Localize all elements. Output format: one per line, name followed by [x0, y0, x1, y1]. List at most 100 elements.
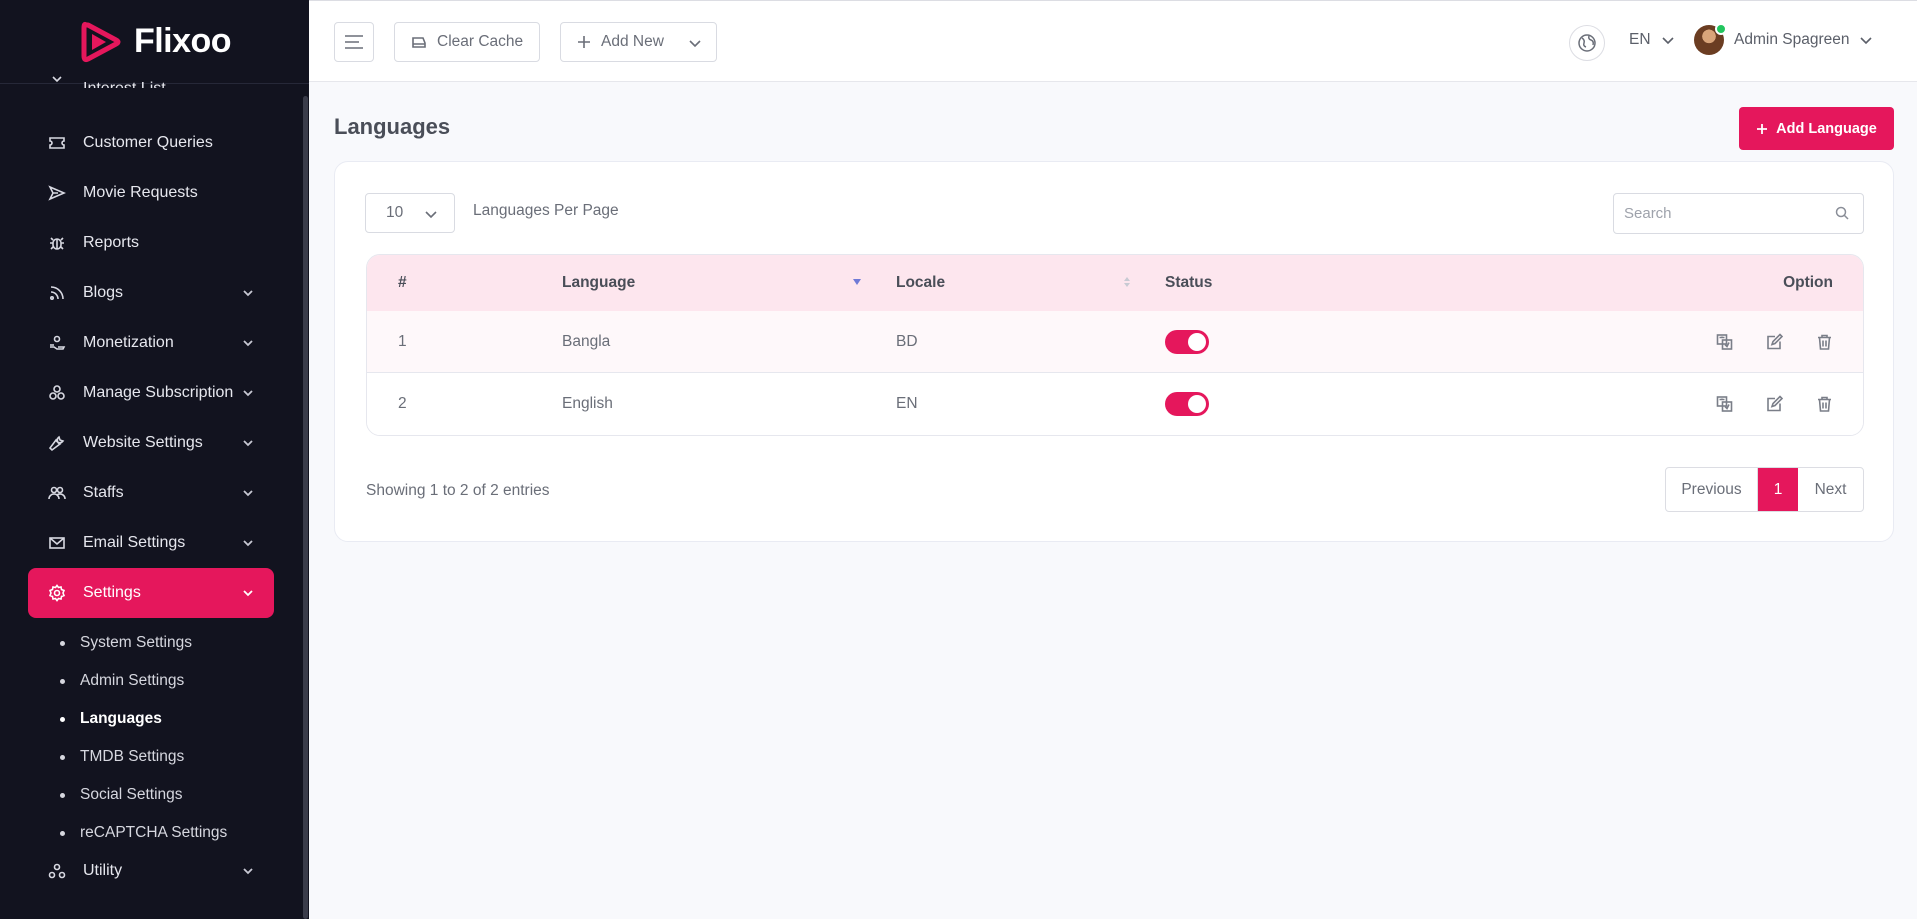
add-new-label: Add New	[601, 33, 664, 50]
toggle-switch[interactable]	[1165, 329, 1209, 354]
per-page-value: 10	[386, 204, 404, 221]
language-selector-value: EN	[1629, 31, 1651, 48]
row-options	[1716, 395, 1833, 413]
sidebar-item-website-settings[interactable]: Website Settings	[28, 418, 274, 468]
chevron-down-icon	[689, 40, 701, 48]
user-name: Admin Spagreen	[1734, 31, 1850, 48]
hand-coin-icon	[48, 334, 66, 352]
header-locale[interactable]: Locale	[896, 274, 945, 292]
page-1-button[interactable]: 1	[1758, 468, 1798, 511]
status-toggle[interactable]	[1165, 329, 1209, 354]
chevron-down-icon	[242, 586, 254, 598]
sidebar-subitem-tmdb-settings[interactable]: TMDB Settings	[60, 745, 184, 769]
header-num: #	[398, 274, 407, 291]
header-status: Status	[1165, 274, 1213, 291]
sidebar-subitem-admin-settings[interactable]: Admin Settings	[60, 669, 184, 693]
trash-icon[interactable]	[1816, 333, 1833, 350]
sidebar-item-interest-list[interactable]: Interest List	[28, 58, 274, 88]
next-page-button[interactable]: Next	[1798, 468, 1863, 511]
toggle-switch[interactable]	[1165, 392, 1209, 416]
sidebar-item-label: Monetization	[83, 334, 174, 351]
translate-icon[interactable]	[1716, 396, 1733, 413]
sort-desc-icon[interactable]	[853, 279, 861, 285]
chevron-down-icon	[242, 486, 254, 498]
sidebar-subitem-recaptcha-settings[interactable]: reCAPTCHA Settings	[60, 821, 227, 845]
sidebar-item-customer-queries[interactable]: Customer Queries	[28, 118, 274, 168]
previous-page-button[interactable]: Previous	[1666, 468, 1758, 511]
sidebar-item-label: Interest List	[83, 80, 166, 88]
sidebar-item-reports[interactable]: Reports	[28, 218, 274, 268]
sidebar-item-label: Manage Subscription	[83, 384, 234, 401]
add-language-label: Add Language	[1776, 120, 1877, 137]
sidebar-item-label: Settings	[83, 584, 141, 601]
sidebar-item-email-settings[interactable]: Email Settings	[28, 518, 274, 568]
user-menu[interactable]: Admin Spagreen	[1694, 23, 1873, 55]
sidebar-item-staffs[interactable]: Staffs	[28, 468, 274, 518]
header-language[interactable]: Language	[562, 274, 635, 292]
brand-name: Flixoo	[133, 22, 232, 60]
row-locale: BD	[896, 332, 918, 350]
sidebar-item-label: Movie Requests	[83, 184, 198, 201]
globe-button[interactable]	[1569, 25, 1605, 61]
row-options	[1716, 333, 1833, 350]
gear-icon	[48, 584, 66, 602]
sidebar-subitem-system-settings[interactable]: System Settings	[60, 631, 192, 655]
search-box	[1613, 193, 1864, 234]
rss-icon	[48, 284, 66, 302]
search-icon[interactable]	[1835, 206, 1849, 220]
sort-icon[interactable]	[1124, 277, 1130, 287]
sidebar-item-blogs[interactable]: Blogs	[28, 268, 274, 318]
pagination: Previous 1 Next	[1665, 467, 1864, 512]
sidebar-item-settings[interactable]: Settings	[28, 568, 274, 618]
language-selector[interactable]: EN	[1629, 31, 1675, 49]
per-page-select[interactable]: 10	[365, 193, 455, 233]
translate-icon[interactable]	[1716, 333, 1733, 350]
chevron-down-icon	[242, 436, 254, 448]
trash-icon[interactable]	[1816, 396, 1833, 413]
sidebar-subitem-languages[interactable]: Languages	[60, 707, 162, 731]
table-row: 1 Bangla BD	[367, 311, 1863, 373]
sidebar-scrollbar[interactable]	[303, 96, 308, 919]
clear-cache-label: Clear Cache	[437, 33, 524, 50]
add-language-button[interactable]: Add Language	[1739, 107, 1894, 150]
utility-icon	[48, 862, 66, 880]
sidebar-subitem-social-settings[interactable]: Social Settings	[60, 783, 183, 807]
bug-icon	[48, 234, 66, 252]
add-new-dropdown[interactable]: Add New	[560, 22, 717, 62]
hamburger-icon	[345, 35, 363, 49]
edit-icon[interactable]	[1766, 333, 1783, 350]
eraser-icon	[412, 37, 426, 48]
row-language: English	[562, 395, 613, 412]
table-row: 2 English EN	[367, 373, 1863, 435]
sidebar-item-monetization[interactable]: Monetization	[28, 318, 274, 368]
topbar: Clear Cache Add New EN Admin Spagreen	[309, 0, 1917, 82]
row-locale: EN	[896, 395, 918, 412]
mail-icon	[48, 534, 66, 552]
row-num: 1	[398, 332, 407, 350]
globe-icon	[1578, 34, 1596, 52]
languages-card: 10 Languages Per Page # Language Locale …	[334, 161, 1894, 542]
sidebar-item-manage-subscription[interactable]: Manage Subscription	[28, 368, 274, 418]
sidebar-item-label: Reports	[83, 234, 140, 251]
chevron-down-icon	[1860, 37, 1873, 45]
sidebar-item-label: Website Settings	[83, 434, 203, 451]
page-title: Languages	[334, 114, 451, 139]
chevron-down-icon	[1661, 37, 1674, 45]
sidebar-item-label: Utility	[83, 862, 123, 879]
edit-icon[interactable]	[1766, 395, 1783, 413]
clear-cache-button[interactable]: Clear Cache	[394, 22, 540, 62]
row-language: Bangla	[562, 332, 611, 350]
sidebar-item-utility[interactable]: Utility	[28, 846, 274, 896]
search-input[interactable]	[1614, 194, 1814, 232]
status-toggle[interactable]	[1165, 392, 1209, 416]
menu-toggle-button[interactable]	[334, 22, 374, 62]
avatar	[1694, 23, 1727, 55]
sidebar-item-movie-requests[interactable]: Movie Requests	[28, 168, 274, 218]
table-header: # Language Locale Status Option	[367, 255, 1863, 311]
sidebar: Flixoo Interest List Customer Queries Mo…	[0, 0, 309, 919]
row-num: 2	[398, 395, 407, 412]
stack-icon	[48, 384, 66, 402]
languages-table: # Language Locale Status Option 1 Bangla…	[366, 254, 1864, 436]
sidebar-item-label: Customer Queries	[83, 134, 213, 151]
chevron-down-icon	[242, 536, 254, 548]
